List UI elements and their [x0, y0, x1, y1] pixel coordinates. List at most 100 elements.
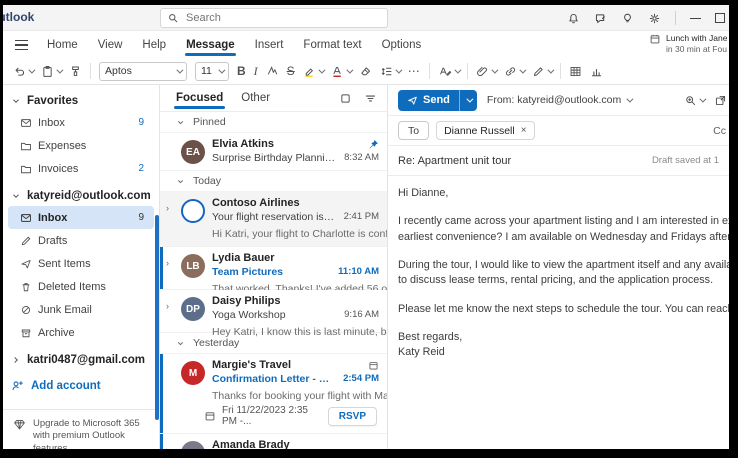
filter-icon[interactable]: [364, 92, 377, 105]
folder-label: Archive: [38, 327, 75, 339]
sidebar-item-fav-inbox[interactable]: Inbox 9: [8, 111, 154, 134]
email-row-lydia-bauer[interactable]: › LB Lydia Bauer Team Pictures11:10 AM T…: [160, 247, 387, 290]
sidebar-item-archive[interactable]: Archive: [8, 321, 154, 344]
attach-icon[interactable]: [476, 65, 496, 78]
rsvp-button[interactable]: RSVP: [328, 407, 377, 426]
tab-format-text[interactable]: Format text: [302, 35, 362, 55]
upgrade-banner[interactable]: Upgrade to Microsoft 365 with premium Ou…: [3, 409, 159, 449]
bell-icon[interactable]: [567, 12, 580, 25]
add-account-label: Add account: [31, 380, 101, 392]
minimize-icon[interactable]: [690, 18, 701, 19]
sidebar-item-invoices[interactable]: Invoices 2: [8, 157, 154, 180]
section-today[interactable]: Today: [160, 171, 387, 192]
sidebar-item-sent-items[interactable]: Sent Items: [8, 252, 154, 275]
sidebar-item-expenses[interactable]: Expenses: [8, 134, 154, 157]
table-icon[interactable]: [569, 65, 582, 78]
send-icon: [407, 95, 418, 106]
section-label: Pinned: [193, 116, 226, 128]
tab-insert[interactable]: Insert: [254, 35, 285, 55]
titlebar-divider: [675, 11, 676, 25]
draft-status: Draft saved at 1: [652, 155, 719, 166]
email-row-elvia-atkins[interactable]: EA Elvia Atkins Surprise Birthday Planni…: [160, 133, 387, 171]
paste-icon[interactable]: [41, 65, 61, 78]
popout-icon[interactable]: [714, 94, 727, 107]
body-signature: Katy Reid: [398, 345, 729, 360]
tab-home[interactable]: Home: [46, 35, 79, 55]
folder-label: Inbox: [38, 212, 67, 224]
chart-icon[interactable]: [590, 65, 603, 78]
sender-name: Amanda Brady: [212, 439, 290, 449]
more-icon[interactable]: ⋯: [408, 64, 421, 78]
font-size-select[interactable]: 11: [195, 62, 229, 81]
email-row-amanda-brady[interactable]: › AB Amanda Brady Apartment Parking Spot…: [160, 434, 387, 449]
lightbulb-icon[interactable]: [621, 12, 634, 25]
sidebar-scrollbar[interactable]: [155, 215, 159, 420]
sidebar-item-junk-email[interactable]: Junk Email: [8, 298, 154, 321]
sender-name: Daisy Philips: [212, 295, 280, 309]
expand-chevron-icon[interactable]: ›: [166, 252, 174, 285]
select-all-icon[interactable]: [339, 92, 352, 105]
hamburger-icon[interactable]: [15, 40, 28, 50]
sidebar-item-inbox[interactable]: Inbox 9: [8, 206, 154, 229]
font-name-select[interactable]: Aptos: [99, 62, 187, 81]
send-button[interactable]: Send: [398, 90, 477, 111]
email-time: 11:10 AM: [338, 266, 379, 278]
link-icon[interactable]: [504, 65, 524, 78]
add-account-button[interactable]: Add account: [3, 370, 159, 401]
mail-icon: [20, 212, 32, 224]
email-row-margies-travel[interactable]: M Margie's Travel Confirmation Letter - …: [160, 354, 387, 400]
expand-chevron-icon[interactable]: ›: [166, 439, 174, 449]
italic-icon[interactable]: I: [254, 64, 258, 79]
signature-pen-icon[interactable]: [532, 65, 552, 78]
search-input[interactable]: [184, 11, 354, 25]
tab-focused[interactable]: Focused: [174, 87, 225, 109]
reminder-title: Lunch with Jane: [666, 33, 727, 43]
tab-other[interactable]: Other: [239, 87, 272, 109]
folder-label: Junk Email: [38, 304, 92, 316]
undo-icon[interactable]: [13, 65, 33, 78]
strikethrough-icon[interactable]: S: [287, 64, 295, 78]
section-pinned[interactable]: Pinned: [160, 112, 387, 133]
format-painter-icon[interactable]: [69, 65, 82, 78]
bold-icon[interactable]: B: [237, 64, 246, 78]
favorites-header[interactable]: Favorites: [3, 85, 159, 111]
gear-icon[interactable]: [648, 12, 661, 25]
send-options-dropdown[interactable]: [459, 90, 477, 111]
cc-button[interactable]: Cc: [713, 125, 726, 137]
styles-icon[interactable]: [438, 65, 459, 78]
tab-message[interactable]: Message: [185, 35, 236, 55]
to-button[interactable]: To: [398, 121, 429, 140]
tab-help[interactable]: Help: [141, 35, 167, 55]
meeting-reminder[interactable]: Lunch with Janein 30 min at Fou: [649, 33, 727, 54]
from-selector[interactable]: From: katyreid@outlook.com: [487, 94, 631, 106]
line-spacing-icon[interactable]: [380, 65, 400, 78]
sidebar-item-drafts[interactable]: Drafts: [8, 229, 154, 252]
tab-options[interactable]: Options: [381, 35, 423, 55]
tab-view[interactable]: View: [97, 35, 124, 55]
maximize-icon[interactable]: [715, 13, 725, 23]
chevron-down-icon: [176, 118, 185, 127]
signature-check-icon[interactable]: [266, 65, 279, 78]
email-row-contoso-airlines[interactable]: › C Contoso Airlines Your flight reserva…: [160, 192, 387, 247]
invite-date: Fri 11/22/2023 2:35 PM -...: [222, 405, 322, 427]
clear-format-icon[interactable]: [359, 65, 372, 78]
subject-row[interactable]: Re: Apartment unit tour Draft saved at 1: [388, 146, 729, 176]
email-time: 8:32 AM: [344, 152, 379, 164]
highlight-icon[interactable]: [303, 65, 323, 78]
recipient-chip[interactable]: Dianne Russell ×: [436, 121, 534, 140]
search-box[interactable]: [160, 8, 388, 28]
email-row-daisy-philips[interactable]: › DP Daisy Philips Yoga Workshop9:16 AM …: [160, 290, 387, 333]
zoom-icon[interactable]: [684, 94, 704, 107]
font-color-icon[interactable]: [331, 65, 351, 78]
sidebar-item-deleted-items[interactable]: Deleted Items: [8, 275, 154, 298]
expand-chevron-icon[interactable]: ›: [166, 197, 174, 242]
message-body[interactable]: Hi Dianne, I recently came across your a…: [388, 176, 729, 361]
account-header[interactable]: katyreid@outlook.com: [3, 180, 159, 206]
feedback-icon[interactable]: [594, 12, 607, 25]
folder-icon: [20, 163, 32, 175]
folder-icon: [20, 140, 32, 152]
remove-recipient-icon[interactable]: ×: [521, 125, 527, 136]
pin-icon[interactable]: [368, 139, 379, 150]
secondary-account-header[interactable]: katri0487@gmail.com: [3, 344, 159, 370]
expand-chevron-icon[interactable]: ›: [166, 295, 174, 328]
